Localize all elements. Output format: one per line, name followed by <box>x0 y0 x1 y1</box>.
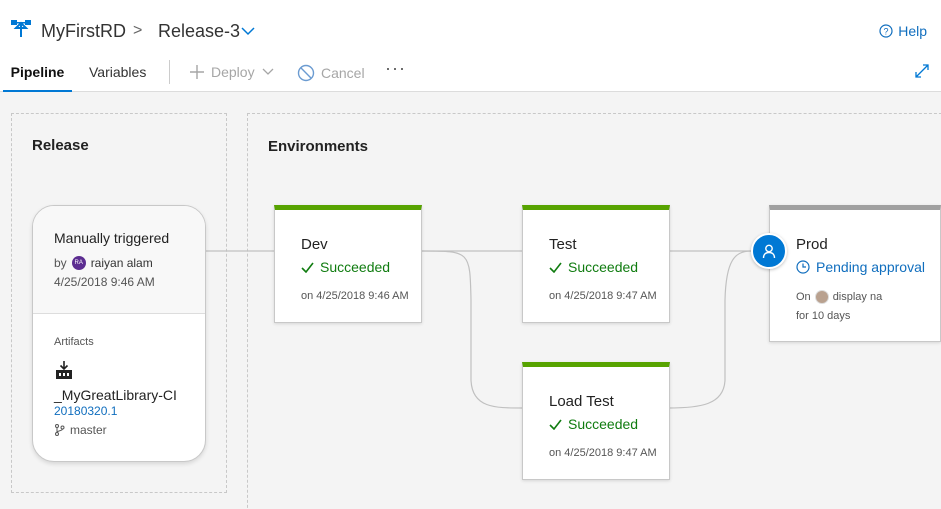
artifacts-section: Artifacts _MyGreatLibrary-CI 20180320.1 … <box>33 314 205 437</box>
triggered-by: by RA raiyan alam <box>54 256 205 270</box>
environment-card-prod[interactable]: Prod Pending approval On display na for … <box>769 205 941 342</box>
user-name: raiyan alam <box>90 256 153 270</box>
deployed-time: on 4/25/2018 9:46 AM <box>301 290 409 302</box>
release-summary: Manually triggered by RA raiyan alam 4/2… <box>33 206 205 314</box>
avatar <box>814 290 829 304</box>
release-date: 4/25/2018 9:46 AM <box>54 275 155 289</box>
build-artifact-icon <box>56 361 72 379</box>
approver-name: display na <box>832 291 883 303</box>
user-icon <box>762 244 776 259</box>
trigger-text: Manually triggered <box>54 230 170 246</box>
clock-icon <box>796 260 810 274</box>
environment-card-test[interactable]: Test Succeeded on 4/25/2018 9:47 AM <box>522 205 670 323</box>
artifact-name: _MyGreatLibrary-CI <box>54 387 177 403</box>
environment-name: Dev <box>301 236 328 253</box>
status-text: Succeeded <box>320 259 391 275</box>
status-text: Succeeded <box>568 259 639 275</box>
artifacts-label: Artifacts <box>54 336 94 348</box>
release-card[interactable]: Manually triggered by RA raiyan alam 4/2… <box>32 205 206 462</box>
pending-duration: for 10 days <box>796 310 851 322</box>
branch-icon <box>55 424 65 436</box>
approval-info: On display na <box>796 290 882 304</box>
avatar: RA <box>71 256 86 270</box>
deployed-time: on 4/25/2018 9:47 AM <box>549 290 657 302</box>
connector-loadtest-prod <box>667 250 752 409</box>
status-text: Succeeded <box>568 416 639 432</box>
build-link[interactable]: 20180320.1 <box>54 404 205 418</box>
environment-status: Succeeded <box>549 259 638 275</box>
checkmark-icon <box>301 262 314 273</box>
environment-name: Test <box>549 236 577 253</box>
branch-name: master <box>70 423 107 437</box>
environment-status[interactable]: Pending approval <box>796 259 925 275</box>
by-label: by <box>54 256 67 270</box>
environment-card-load-test[interactable]: Load Test Succeeded on 4/25/2018 9:47 AM <box>522 362 670 480</box>
environment-name: Prod <box>796 236 828 253</box>
branch-info: master <box>54 423 205 437</box>
status-text: Pending approval <box>816 259 925 275</box>
pre-deployment-approval-button[interactable] <box>751 233 787 269</box>
environment-status: Succeeded <box>549 416 638 432</box>
checkmark-icon <box>549 262 562 273</box>
connector-dev-loadtest <box>421 250 523 409</box>
deployed-time: on 4/25/2018 9:47 AM <box>549 447 657 459</box>
checkmark-icon <box>549 419 562 430</box>
environment-name: Load Test <box>549 393 614 410</box>
environment-card-dev[interactable]: Dev Succeeded on 4/25/2018 9:46 AM <box>274 205 422 323</box>
approval-prefix: On <box>796 291 811 303</box>
environment-status: Succeeded <box>301 259 390 275</box>
